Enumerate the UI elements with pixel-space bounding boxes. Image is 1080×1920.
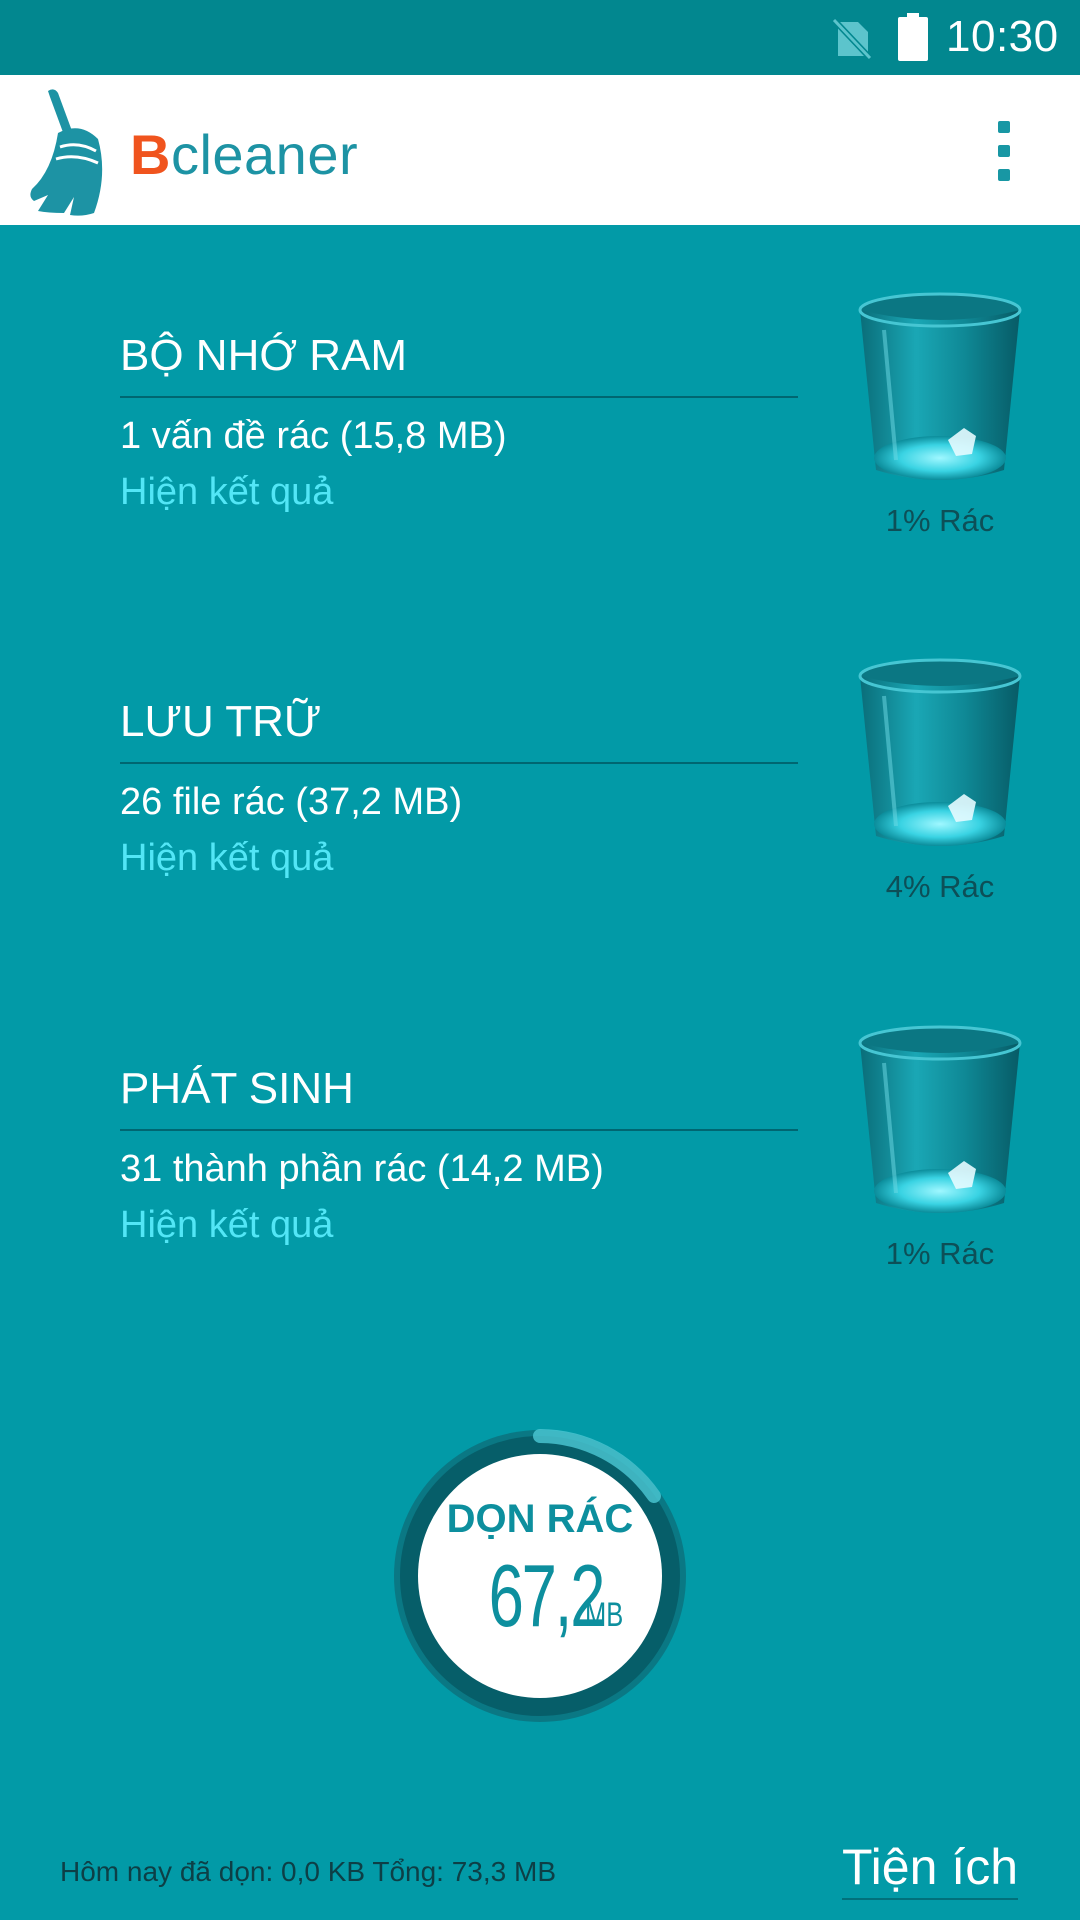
section-description: 31 thành phần rác (14,2 MB): [120, 1148, 604, 1190]
section-generated: PHÁT SINH 31 thành phần rác (14,2 MB) Hi…: [0, 1025, 1080, 1323]
more-vert-icon[interactable]: [984, 121, 1024, 181]
status-bar: 10:30: [0, 0, 1080, 75]
junk-percent: 1% Rác: [885, 1236, 995, 1271]
brand-name: cleaner: [170, 123, 359, 186]
divider: [120, 1129, 798, 1131]
no-sim-icon: [832, 17, 872, 60]
section-title: BỘ NHỚ RAM: [120, 331, 408, 380]
trash-bin-icon[interactable]: [856, 1023, 1024, 1223]
brand-initial: B: [130, 123, 171, 186]
show-results-link[interactable]: Hiện kết quả: [120, 834, 333, 882]
section-ram: BỘ NHỚ RAM 1 vấn đề rác (15,8 MB) Hiện k…: [0, 292, 1080, 590]
battery-full-icon: [898, 13, 928, 61]
junk-percent: 1% Rác: [885, 503, 995, 538]
app-bar: Bcleaner: [0, 75, 1080, 225]
status-time: 10:30: [946, 12, 1059, 61]
clean-junk-button[interactable]: DỌN RÁC 67,2MB: [384, 1420, 696, 1732]
section-title: LƯU TRỮ: [120, 697, 322, 746]
tools-link[interactable]: Tiện ích: [842, 1838, 1019, 1900]
section-description: 1 vấn đề rác (15,8 MB): [120, 415, 507, 457]
section-storage: LƯU TRỮ 26 file rác (37,2 MB) Hiện kết q…: [0, 658, 1080, 956]
divider: [120, 396, 798, 398]
trash-bin-icon[interactable]: [856, 656, 1024, 856]
clean-label: DỌN RÁC: [446, 1497, 634, 1541]
app-brand: Bcleaner: [130, 123, 358, 187]
trash-bin-icon[interactable]: [856, 290, 1024, 490]
show-results-link[interactable]: Hiện kết quả: [120, 1201, 333, 1249]
divider: [120, 762, 798, 764]
clean-amount-unit: MB: [585, 1596, 624, 1634]
show-results-link[interactable]: Hiện kết quả: [120, 468, 333, 516]
clean-amount: 67,2MB: [418, 1546, 662, 1646]
cleaning-stats: Hôm nay đã dọn: 0,0 KB Tổng: 73,3 MB: [60, 1856, 557, 1887]
clean-button-face[interactable]: DỌN RÁC 67,2MB: [418, 1454, 662, 1698]
broom-icon: [30, 89, 103, 216]
section-description: 26 file rác (37,2 MB): [120, 781, 463, 823]
junk-percent: 4% Rác: [885, 869, 995, 904]
section-title: PHÁT SINH: [120, 1064, 354, 1113]
